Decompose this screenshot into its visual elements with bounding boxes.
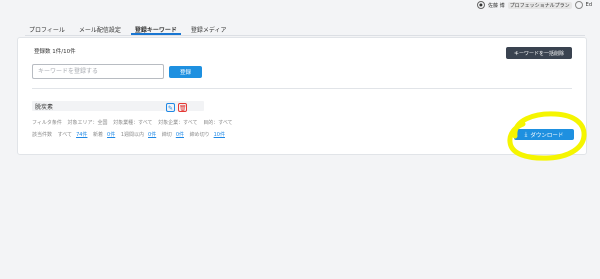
filter-purpose: 目的：すべて [203, 120, 233, 126]
user-menu[interactable]: ● 佐藤 博 プロフェッショナルプラン Ed [477, 1, 592, 9]
settings-tabs: プロフィール メール配信設定 登録キーワード 登録メディア [25, 21, 585, 36]
stat-deadline-link[interactable]: 0件 [176, 132, 184, 138]
stats-title: 該当件数 [32, 132, 53, 138]
stat-all-link[interactable]: 74件 [76, 132, 87, 138]
bulk-delete-button[interactable]: キーワードを一括削除 [506, 47, 572, 59]
register-button[interactable]: 登録 [169, 66, 202, 78]
user-avatar-icon: ● [477, 1, 486, 9]
download-label: ダウンロード [530, 132, 564, 139]
tab-profile[interactable]: プロフィール [25, 21, 69, 35]
stat-new-link[interactable]: 0件 [107, 132, 115, 138]
keyword-input[interactable] [32, 64, 164, 79]
stat-week-link[interactable]: 0件 [148, 132, 156, 138]
keyword-count: 登録数 1件/10件 [34, 49, 76, 55]
edit-icon[interactable]: ✎ [166, 103, 175, 112]
stat-prefix: 新着 [93, 132, 104, 138]
plan-badge: プロフェッショナルプラン [507, 1, 572, 9]
stat-prefix: 締め切り [189, 132, 210, 138]
keywords-card: 登録数 1件/10件 登録 キーワードを一括削除 脱炭素 ✎ 🗑 フィルタ条件 … [17, 37, 587, 155]
stat-prefix: 締切 [161, 132, 172, 138]
filter-conditions: フィルタ条件 対象エリア：全国 対象業種：すべて 対象企業：すべて 目的：すべて [32, 119, 237, 126]
match-counts: 該当件数 すべて 74件 新着 0件 1週間以内 0件 締切 0件 締め切り 10件 [32, 131, 229, 138]
user-suffix: Ed [585, 2, 592, 8]
filter-industry: 対象業種：すべて [113, 120, 153, 126]
tab-registered-keywords[interactable]: 登録キーワード [130, 21, 181, 35]
user-name: 佐藤 博 [488, 2, 505, 9]
download-button[interactable]: ⤓ ダウンロード [514, 129, 574, 140]
filter-company: 対象企業：すべて [158, 120, 198, 126]
keyword-label: 脱炭素 [35, 104, 54, 111]
download-icon: ⤓ [524, 130, 528, 138]
stat-prefix: 1週間以内 [120, 132, 145, 138]
account-icon[interactable] [574, 1, 583, 9]
tab-registered-media[interactable]: 登録メディア [187, 21, 231, 35]
top-bar: ● 佐藤 博 プロフェッショナルプラン Ed [0, 0, 600, 12]
filter-title: フィルタ条件 [32, 120, 62, 126]
trash-icon[interactable]: 🗑 [178, 103, 187, 112]
filter-area: 対象エリア：全国 [67, 120, 108, 126]
divider [32, 88, 572, 89]
stat-prefix: すべて [57, 132, 73, 138]
tab-mail-settings[interactable]: メール配信設定 [75, 21, 125, 35]
stat-closed-link[interactable]: 10件 [214, 132, 225, 138]
